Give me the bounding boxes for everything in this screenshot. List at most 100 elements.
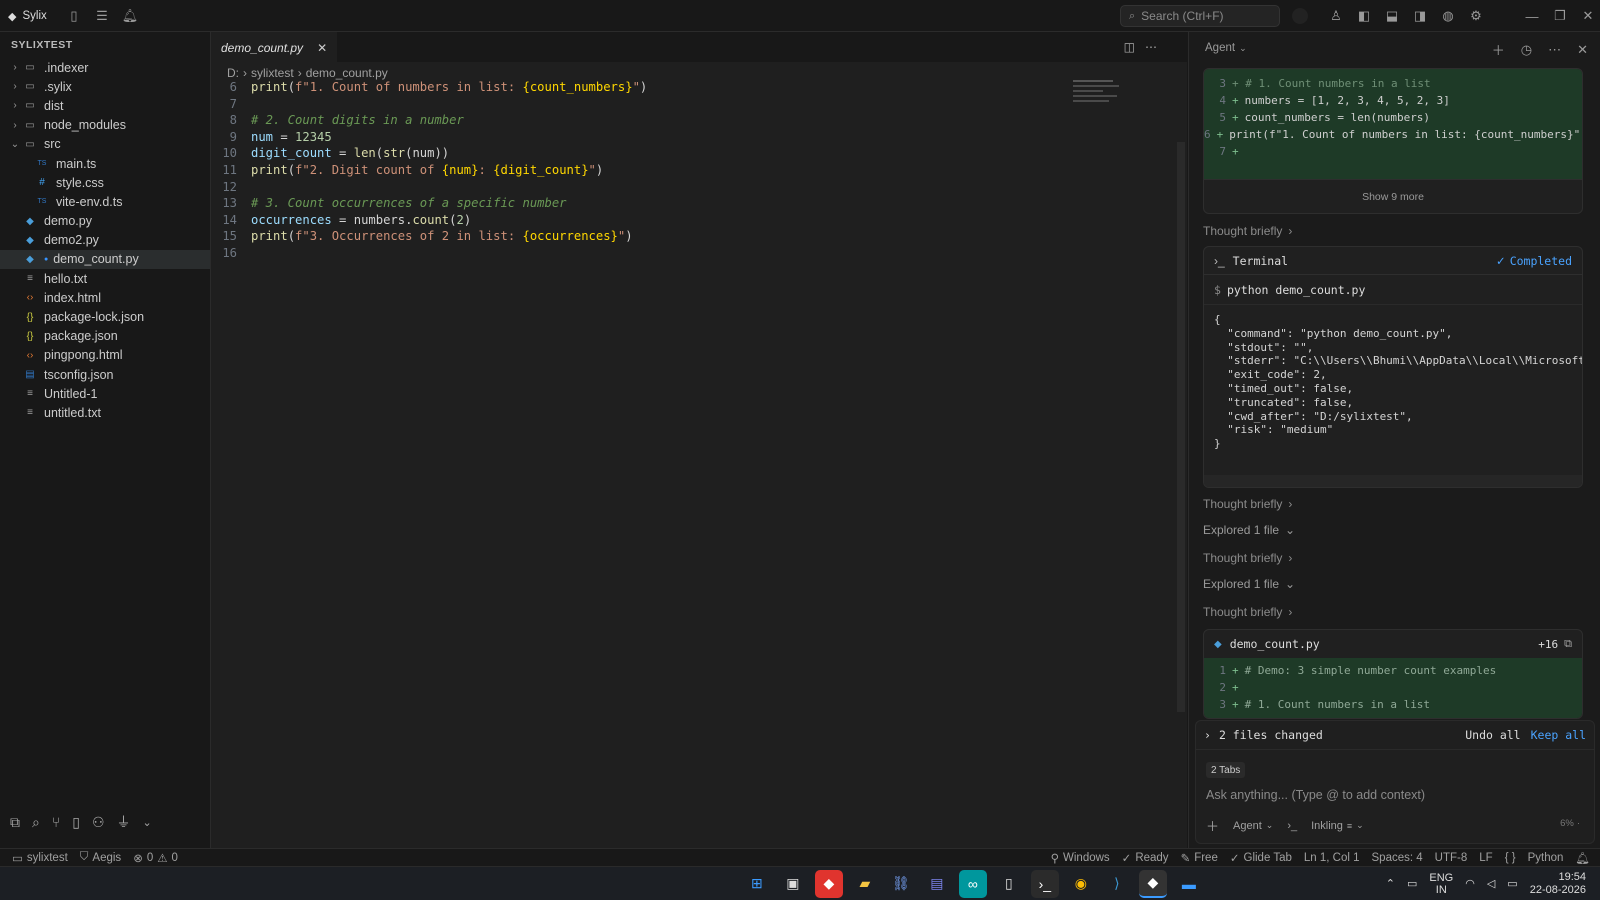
chevron-down-icon[interactable]: ⌄: [143, 816, 152, 829]
open-external-icon[interactable]: ⧉: [1564, 638, 1572, 651]
tree-item[interactable]: ◆ ● demo_count.py: [0, 249, 210, 270]
files-changed-toggle[interactable]: › 2 files changed: [1204, 728, 1323, 742]
notepad-icon[interactable]: ▯: [995, 870, 1023, 898]
thought-row[interactable]: Thought briefly ›: [1203, 551, 1292, 565]
team-icon[interactable]: ⚇: [92, 814, 105, 831]
terminal-app-icon[interactable]: ›_: [1030, 869, 1059, 898]
avatar[interactable]: [1292, 8, 1308, 24]
tree-item[interactable]: › ▭ .indexer: [0, 58, 210, 77]
layout-right-icon[interactable]: ◨: [1406, 0, 1434, 32]
breadcrumb-file[interactable]: demo_count.py: [306, 66, 388, 80]
source-control-icon[interactable]: ⑂: [52, 814, 60, 830]
more-icon[interactable]: ⋯: [1548, 42, 1561, 58]
tree-item[interactable]: ▤ tsconfig.json: [0, 365, 210, 384]
tree-item[interactable]: › ▭ node_modules: [0, 116, 210, 135]
layout-bottom-icon[interactable]: ⬓: [1378, 0, 1406, 32]
tree-item[interactable]: ◆ demo.py: [0, 212, 210, 231]
teams-icon[interactable]: ▤: [923, 870, 951, 898]
language-braces-icon[interactable]: { }: [1505, 852, 1516, 864]
clock[interactable]: 19:54 22-08-2026: [1530, 871, 1586, 897]
tree-item[interactable]: ≡ untitled.txt: [0, 403, 210, 422]
tree-item[interactable]: ≡ Untitled-1: [0, 384, 210, 403]
plan-status[interactable]: ✎ Free: [1181, 851, 1218, 865]
aegis-status[interactable]: ⛉ Aegis: [80, 851, 121, 864]
explored-row[interactable]: Explored 1 file ⌄: [1203, 577, 1295, 591]
restore-icon[interactable]: ❐: [1546, 0, 1574, 32]
keep-all-button[interactable]: Keep all: [1531, 728, 1586, 742]
battery-icon[interactable]: ▭: [1507, 877, 1517, 890]
search-view-icon[interactable]: ⌕: [32, 814, 40, 831]
agent-header-dropdown[interactable]: Agent ⌄: [1205, 42, 1247, 54]
tray-device-icon[interactable]: ▭: [1407, 877, 1417, 890]
minimap[interactable]: [1073, 76, 1123, 106]
tree-item[interactable]: › ▭ .sylix: [0, 77, 210, 96]
tree-item[interactable]: ‹› index.html: [0, 288, 210, 307]
terminal-toggle-icon[interactable]: ›_: [1287, 820, 1297, 832]
show-more-button[interactable]: Show 9 more: [1204, 179, 1582, 213]
ready-status[interactable]: ✓ Ready: [1122, 851, 1169, 865]
tabs-context-chip[interactable]: 2 Tabs: [1206, 762, 1246, 778]
globe-icon[interactable]: ◍: [1434, 0, 1462, 32]
close-window-icon[interactable]: ✕: [1574, 0, 1600, 32]
os-status[interactable]: ⚲ Windows: [1051, 851, 1110, 865]
wifi-icon[interactable]: ◠: [1465, 877, 1475, 890]
app-red-icon[interactable]: ◆: [814, 869, 843, 898]
file-card-name[interactable]: demo_count.py: [1230, 637, 1320, 651]
add-context-icon[interactable]: ＋: [1206, 816, 1219, 835]
tree-item[interactable]: {} package.json: [0, 327, 210, 346]
tree-item[interactable]: ‹› pingpong.html: [0, 346, 210, 365]
more-actions-icon[interactable]: ⋯: [1145, 40, 1157, 54]
sylix-app-icon[interactable]: ◆: [1138, 869, 1167, 898]
explored-row[interactable]: Explored 1 file ⌄: [1203, 523, 1295, 537]
line-endings[interactable]: LF: [1479, 852, 1492, 864]
minimize-icon[interactable]: —: [1518, 0, 1546, 32]
tree-item[interactable]: {} package-lock.json: [0, 307, 210, 326]
tree-item[interactable]: › ▭ dist: [0, 96, 210, 115]
breadcrumb-folder[interactable]: sylixtest: [251, 66, 294, 80]
volume-icon[interactable]: ◁: [1487, 877, 1495, 890]
tree-item[interactable]: TS vite-env.d.ts: [0, 192, 210, 211]
close-panel-icon[interactable]: ✕: [1577, 42, 1588, 58]
language-indicator[interactable]: ENG IN: [1429, 872, 1453, 896]
toggle-sidebar-icon[interactable]: ▯: [60, 0, 88, 32]
mail-app-icon[interactable]: ▬: [1175, 870, 1203, 898]
chat-input[interactable]: Ask anything... (Type @ to add context): [1206, 788, 1566, 802]
terminal-scrollbar[interactable]: [1204, 475, 1582, 487]
thought-row[interactable]: Thought briefly ›: [1203, 605, 1292, 619]
thought-row[interactable]: Thought briefly ›: [1203, 224, 1292, 238]
cursor-position[interactable]: Ln 1, Col 1: [1304, 852, 1360, 864]
code-view[interactable]: 6 print(f"1. Count of numbers in list: {c…: [211, 80, 1071, 263]
book-icon[interactable]: ▯: [72, 814, 80, 831]
model-select[interactable]: Inkling ≡ ⌄: [1311, 820, 1364, 832]
indentation[interactable]: Spaces: 4: [1372, 852, 1423, 864]
tree-item[interactable]: TS main.ts: [0, 154, 210, 173]
tab-demo-count[interactable]: demo_count.py ✕: [211, 32, 338, 62]
menu-icon[interactable]: ☰: [88, 0, 116, 32]
breadcrumb-drive[interactable]: D:: [227, 66, 239, 80]
tree-item[interactable]: ⌄ ▭ src: [0, 135, 210, 154]
thought-row[interactable]: Thought briefly ›: [1203, 497, 1292, 511]
bell-icon[interactable]: 🔔︎: [116, 0, 144, 32]
plug-icon[interactable]: ⏚: [117, 812, 131, 832]
tree-item[interactable]: ◆ demo2.py: [0, 231, 210, 250]
explorer-icon[interactable]: ⧉: [10, 814, 20, 831]
workspace-status[interactable]: ▭ sylixtest: [12, 851, 68, 865]
undo-all-button[interactable]: Undo all: [1465, 728, 1520, 742]
new-chat-icon[interactable]: ＋: [1492, 40, 1505, 59]
tray-chevron-up-icon[interactable]: ⌃: [1386, 877, 1395, 890]
problems-status[interactable]: ⊗ 0 ⚠ 0: [133, 851, 178, 865]
start-icon[interactable]: ⊞: [743, 870, 771, 898]
split-editor-icon[interactable]: ◫: [1124, 40, 1135, 54]
close-tab-icon[interactable]: ✕: [317, 41, 327, 55]
chrome-icon[interactable]: ◉: [1067, 870, 1095, 898]
search-input[interactable]: ⌕ Search (Ctrl+F): [1120, 5, 1280, 27]
layout-left-icon[interactable]: ◧: [1350, 0, 1378, 32]
mode-select[interactable]: Agent ⌄: [1233, 820, 1273, 832]
accounts-icon[interactable]: ♙: [1322, 0, 1350, 32]
file-explorer-icon[interactable]: ▰: [851, 870, 879, 898]
tree-item[interactable]: # style.css: [0, 173, 210, 192]
arduino-icon[interactable]: ∞: [958, 869, 987, 898]
editor-scrollbar[interactable]: [1177, 142, 1185, 712]
history-icon[interactable]: ◷: [1521, 42, 1532, 58]
vscode-icon[interactable]: ⟩: [1103, 870, 1131, 898]
